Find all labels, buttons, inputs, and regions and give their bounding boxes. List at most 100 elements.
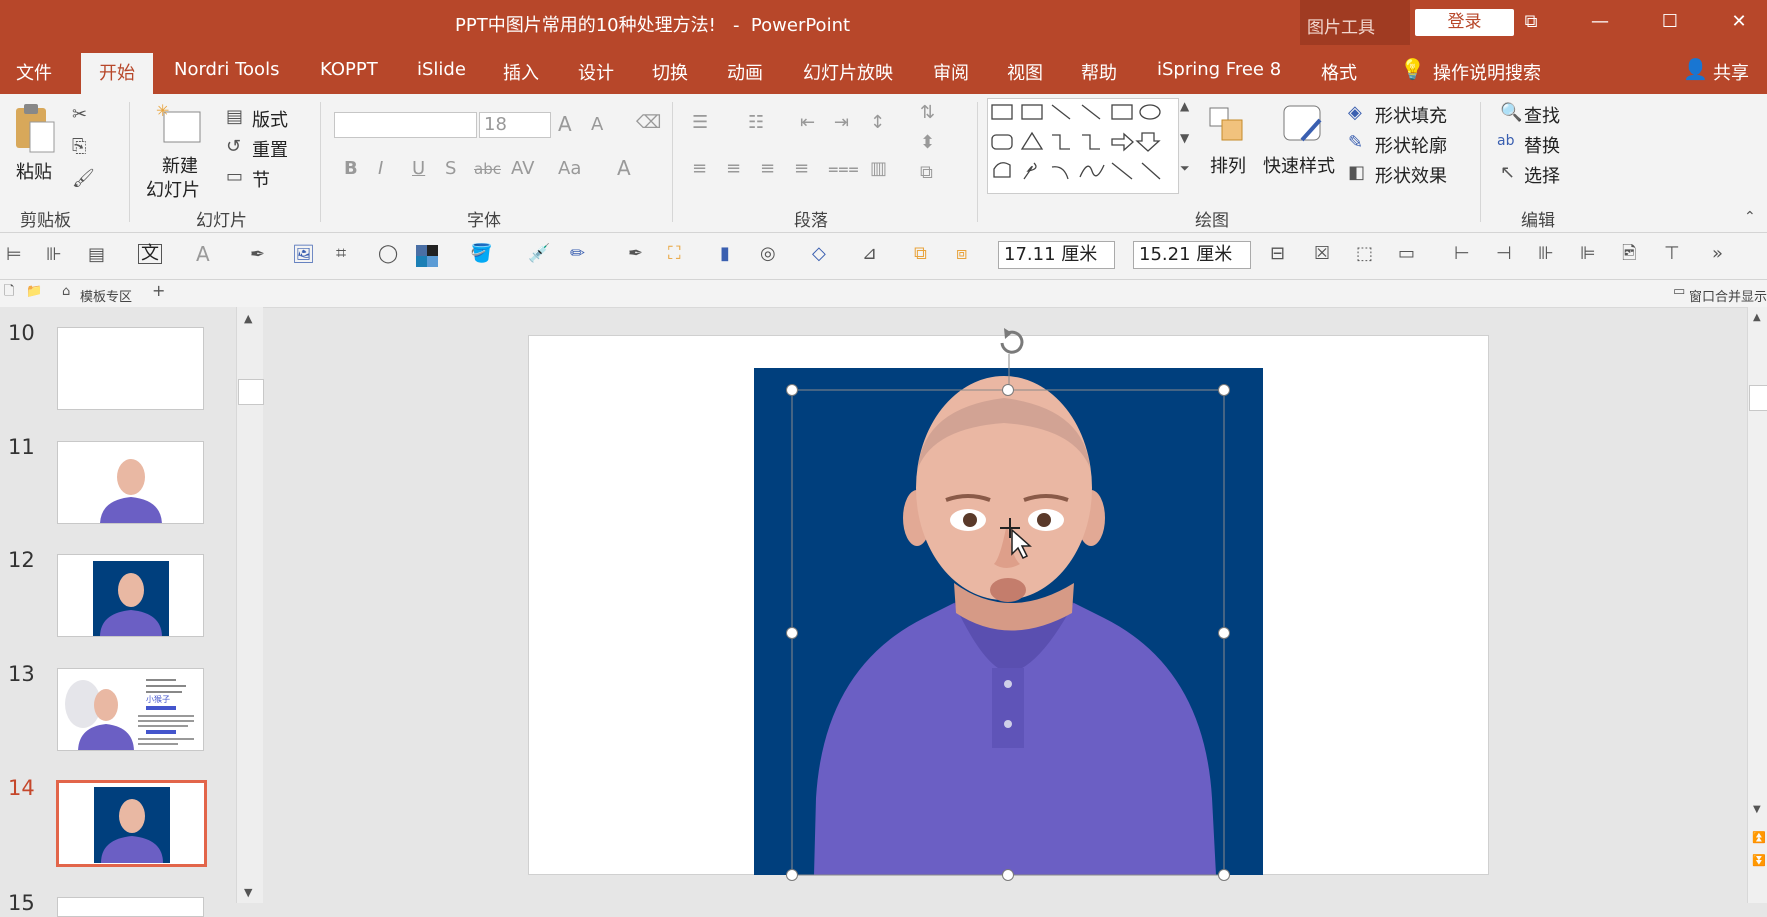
align-text-icon[interactable]: ⬍ <box>920 134 935 152</box>
resize-handle-bottom-left[interactable] <box>786 869 798 881</box>
tab-design[interactable]: 设计 <box>578 59 614 85</box>
pen-icon[interactable]: ✒ <box>628 245 643 263</box>
arrange-icon[interactable] <box>1208 106 1248 146</box>
shape-fill-button[interactable]: 形状填充 <box>1375 102 1447 128</box>
scroll-thumb[interactable] <box>238 379 264 405</box>
slide-thumbnail[interactable] <box>57 327 204 410</box>
cut-icon[interactable]: ✂ <box>72 106 87 124</box>
ribbon-display-button[interactable]: ⧉ <box>1516 8 1546 36</box>
underline-icon[interactable]: U <box>412 160 425 178</box>
add-tab-icon[interactable]: + <box>152 283 165 299</box>
reset-button[interactable]: 重置 <box>252 136 288 162</box>
align-right-obj-icon[interactable]: ⊣ <box>1496 245 1512 263</box>
bring-forward-icon[interactable]: ⧉ <box>914 245 927 263</box>
grow-font-icon[interactable]: A <box>558 114 572 134</box>
delete-icon[interactable]: ☒ <box>1314 245 1330 263</box>
resize-handle-right[interactable] <box>1218 627 1230 639</box>
gallery-down-icon[interactable]: ▼ <box>1180 132 1189 144</box>
collapse-ribbon-icon[interactable]: ⌃ <box>1744 210 1756 224</box>
pipette-icon[interactable]: 💉 <box>528 245 550 263</box>
align-top-obj-icon[interactable]: ⊤ <box>1664 245 1680 263</box>
align-center-obj-icon[interactable]: ⊫ <box>1580 245 1596 263</box>
fill-swatch-icon[interactable] <box>416 245 438 267</box>
layout-button[interactable]: 版式 <box>252 106 288 132</box>
tab-transitions[interactable]: 切换 <box>652 59 688 85</box>
strikethrough-icon[interactable]: abc <box>474 162 501 177</box>
align-middle-obj-icon[interactable]: ⊪ <box>1538 245 1554 263</box>
format-painter-icon[interactable]: 🖌 <box>72 170 95 188</box>
height-spinner[interactable]: 17.11 厘米 <box>998 241 1115 269</box>
line-color-icon[interactable]: ✏ <box>570 245 585 263</box>
justify-icon[interactable]: ≡ <box>794 160 809 178</box>
shapes-gallery[interactable] <box>987 98 1179 194</box>
slide-thumbnail[interactable] <box>57 897 204 917</box>
previous-slide-icon[interactable]: ⏫ <box>1752 832 1766 843</box>
gallery-up-icon[interactable]: ▲ <box>1180 100 1189 112</box>
scroll-up-icon[interactable]: ▲ <box>1753 313 1761 323</box>
rotate-icon[interactable]: ⊿ <box>862 245 877 263</box>
select-button[interactable]: 选择 <box>1524 162 1560 188</box>
distributed-icon[interactable]: ⩶ <box>828 160 859 178</box>
new-slide-label-2[interactable]: 幻灯片 <box>146 176 200 202</box>
tab-help[interactable]: 帮助 <box>1081 59 1117 85</box>
close-button[interactable]: ✕ <box>1724 8 1754 36</box>
resize-handle-bottom[interactable] <box>1002 869 1014 881</box>
maximize-button[interactable]: ☐ <box>1655 8 1685 36</box>
font-color-icon[interactable]: A <box>617 158 631 178</box>
tab-koppt[interactable]: KOPPT <box>320 59 378 80</box>
image-tool-icon[interactable]: 🖻 <box>1622 245 1636 263</box>
next-slide-icon[interactable]: ⏬ <box>1752 855 1766 866</box>
width-spinner[interactable]: 15.21 厘米 <box>1133 241 1251 269</box>
numbering-icon[interactable]: ☷ <box>748 114 764 132</box>
group-icon[interactable]: ▭ <box>1398 245 1415 263</box>
tab-view[interactable]: 视图 <box>1007 59 1043 85</box>
quick-styles-button[interactable]: 快速样式 <box>1263 152 1335 178</box>
align-icon[interactable]: ⊨ <box>6 246 22 264</box>
scroll-down-icon[interactable]: ▼ <box>244 887 252 898</box>
arrange-button[interactable]: 排列 <box>1210 152 1246 178</box>
resize-handle-left[interactable] <box>786 627 798 639</box>
more-icon[interactable]: » <box>1712 245 1723 263</box>
find-button[interactable]: 查找 <box>1524 102 1560 128</box>
circle-icon[interactable]: ◯ <box>378 245 398 263</box>
font-size-combo[interactable]: 18 <box>479 112 551 138</box>
new-slide-label-1[interactable]: 新建 <box>162 152 198 178</box>
scroll-thumb[interactable] <box>1749 385 1767 411</box>
text-direction-icon[interactable]: ⇅ <box>920 104 935 122</box>
tab-format[interactable]: 格式 <box>1321 59 1357 85</box>
bullets-icon[interactable]: ☰ <box>692 114 708 132</box>
text-color-icon[interactable]: A <box>196 244 210 264</box>
format-icon[interactable]: ⛶ <box>668 245 681 263</box>
crop-icon[interactable]: ⌗ <box>336 245 346 263</box>
gallery-more-icon[interactable]: ⏷ <box>1180 162 1190 174</box>
shape-edit-icon[interactable]: ◇ <box>812 245 826 263</box>
align-center-icon[interactable]: ≡ <box>726 160 741 178</box>
scroll-down-icon[interactable]: ▼ <box>1753 805 1761 815</box>
replace-button[interactable]: 替换 <box>1524 132 1560 158</box>
size-dialog-icon[interactable]: ⊟ <box>1270 245 1285 263</box>
align-right-icon[interactable]: ≡ <box>760 160 775 178</box>
thumbnail-scrollbar[interactable]: ▲ ▼ <box>236 307 264 903</box>
new-slide-icon[interactable]: ✳ <box>156 102 204 146</box>
shadow-icon[interactable]: S <box>445 160 456 178</box>
decrease-indent-icon[interactable]: ⇤ <box>800 114 815 132</box>
columns-icon[interactable]: ▥ <box>870 160 887 178</box>
merge-shapes-icon[interactable]: ◎ <box>760 245 776 263</box>
eyedropper-icon[interactable]: ✒ <box>250 246 265 264</box>
shrink-font-icon[interactable]: A <box>591 116 603 134</box>
select-pane-icon[interactable]: ⬚ <box>1356 245 1373 263</box>
bold-icon[interactable]: B <box>344 160 358 178</box>
italic-icon[interactable]: I <box>378 160 383 178</box>
picture-icon[interactable]: 🖼 <box>292 246 315 264</box>
resize-handle-top-right[interactable] <box>1218 384 1230 396</box>
tab-ispring[interactable]: iSpring Free 8 <box>1157 59 1281 80</box>
copy-icon[interactable]: ⎘ <box>72 138 86 156</box>
text-glyph-button[interactable]: 文 <box>138 244 162 264</box>
increase-indent-icon[interactable]: ⇥ <box>834 114 849 132</box>
canvas-scrollbar[interactable]: ▲ ▼ ⏫ ⏬ <box>1747 307 1767 903</box>
tab-insert[interactable]: 插入 <box>503 59 539 85</box>
section-button[interactable]: 节 <box>252 166 270 192</box>
tab-slideshow[interactable]: 幻灯片放映 <box>803 59 893 85</box>
tab-nordri-tools[interactable]: Nordri Tools <box>174 59 279 80</box>
rotate-handle-icon[interactable] <box>994 325 1030 361</box>
